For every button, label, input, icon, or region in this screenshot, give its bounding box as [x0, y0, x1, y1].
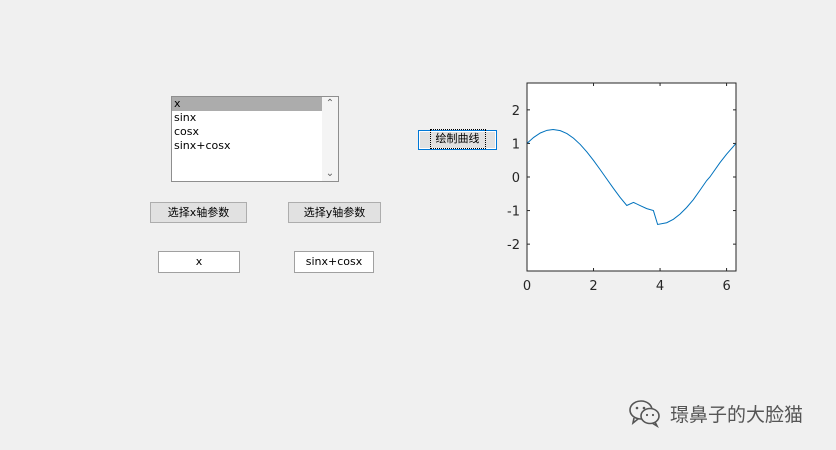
y-tick-label: -2 [507, 238, 520, 253]
y-tick-label: -1 [507, 205, 520, 220]
watermark: 璟鼻子的大脸猫 [628, 398, 803, 428]
plot-axes: 0 2 4 6 2 1 0 -1 -2 [507, 82, 737, 294]
x-tick-label: 4 [656, 279, 664, 294]
x-tick-label: 6 [722, 279, 730, 294]
y-tick-label: 0 [512, 171, 520, 186]
y-tick-label: 1 [512, 137, 520, 152]
x-tick-label: 2 [589, 279, 597, 294]
watermark-text: 璟鼻子的大脸猫 [670, 403, 804, 426]
wechat-icon [629, 400, 660, 428]
x-tick-label: 0 [523, 279, 531, 294]
plot-area [527, 83, 736, 271]
y-tick-label: 2 [512, 104, 520, 119]
